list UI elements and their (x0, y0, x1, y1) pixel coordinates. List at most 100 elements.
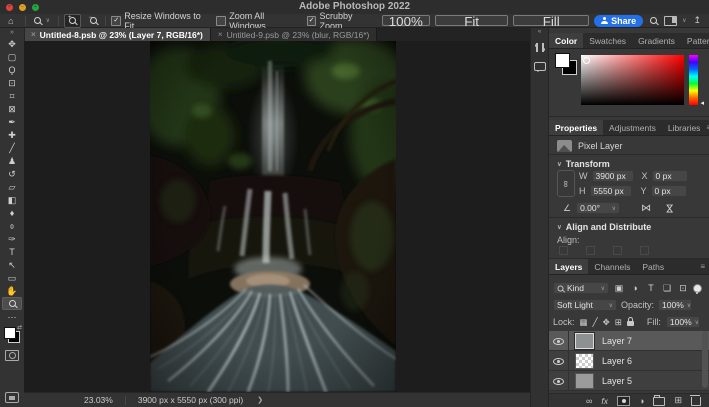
frame-tool[interactable]: ⊠ (2, 102, 22, 115)
foreground-color-swatch[interactable] (4, 327, 16, 339)
canvas-area[interactable] (24, 41, 530, 392)
zoom-tool[interactable] (2, 297, 22, 310)
lock-position-icon[interactable]: ✥ (603, 317, 610, 328)
lock-transparency-icon[interactable]: ▦ (580, 317, 588, 328)
zoom-out-button[interactable]: − (86, 15, 101, 27)
y-field[interactable]: 0 px (651, 185, 687, 197)
comments-panel-button[interactable] (532, 59, 547, 74)
fill-select[interactable]: 100% ∨ (666, 316, 700, 328)
share-button[interactable]: Share (594, 15, 643, 27)
tab-color[interactable]: Color (549, 33, 583, 48)
search-icon[interactable] (650, 17, 657, 24)
brush-tool[interactable]: ╱ (2, 141, 22, 154)
tab-channels[interactable]: Channels (588, 259, 636, 274)
width-field[interactable]: 3900 px (592, 170, 634, 182)
tab-swatches[interactable]: Swatches (583, 33, 632, 48)
link-layers-icon[interactable]: ∞ (586, 396, 592, 406)
filter-kind-select[interactable]: Kind ∨ (553, 282, 609, 294)
visibility-toggle[interactable] (549, 331, 569, 350)
tab-gradients[interactable]: Gradients (632, 33, 681, 48)
status-menu-chevron-icon[interactable]: ❯ (257, 396, 263, 404)
close-tab-icon[interactable]: × (31, 30, 36, 39)
lasso-tool[interactable]: Ϙ (2, 63, 22, 76)
hue-slider[interactable]: ◂ (689, 55, 698, 105)
shape-tool[interactable]: ▭ (2, 271, 22, 284)
filter-smart-objects-icon[interactable]: ⊡ (677, 283, 689, 294)
crop-tool[interactable]: ⌗ (2, 89, 22, 102)
clone-stamp-tool[interactable]: ♟ (2, 154, 22, 167)
blur-tool[interactable]: ♦ (2, 206, 22, 219)
quick-mask-icon[interactable] (5, 350, 19, 361)
path-selection-tool[interactable]: ↖ (2, 258, 22, 271)
hand-tool[interactable]: ✋ (2, 284, 22, 297)
history-brush-tool[interactable]: ↺ (2, 167, 22, 180)
foreground-color-swatch[interactable] (555, 53, 570, 68)
home-button[interactable]: ⌂ (2, 15, 20, 27)
layer-name[interactable]: Layer 6 (602, 356, 632, 366)
tab-paths[interactable]: Paths (636, 259, 670, 274)
close-tab-icon[interactable]: × (218, 30, 223, 39)
move-tool[interactable]: ✥ (2, 37, 22, 50)
lock-pixels-icon[interactable]: ╱ (593, 317, 598, 328)
layer-name[interactable]: Layer 7 (602, 336, 632, 346)
filter-type-layers-icon[interactable]: T (645, 283, 657, 293)
expand-tools-icon[interactable]: » (10, 28, 14, 37)
foreground-background-colors[interactable]: ⇄ (3, 326, 21, 344)
visibility-toggle[interactable] (549, 351, 569, 370)
flip-vertical-icon[interactable]: ⋈ (664, 203, 675, 213)
type-tool[interactable]: T (2, 245, 22, 258)
visibility-toggle[interactable] (549, 371, 569, 390)
layer-thumbnail[interactable] (575, 373, 594, 389)
collapse-dock-icon[interactable]: « (538, 28, 542, 36)
transform-section-header[interactable]: ∨ Transform (557, 159, 610, 169)
tab-patterns[interactable]: Patterns (681, 33, 709, 48)
tab-adjustments[interactable]: Adjustments (603, 120, 662, 135)
document-tab-untitled-8[interactable]: × Untitled-8.psb @ 23% (Layer 7, RGB/16*… (24, 28, 211, 41)
marquee-tool[interactable]: ▢ (2, 50, 22, 63)
healing-brush-tool[interactable]: ✚ (2, 128, 22, 141)
x-field[interactable]: 0 px (652, 170, 688, 182)
zoom-in-button[interactable]: + (64, 14, 81, 28)
filter-shape-layers-icon[interactable]: ❏ (661, 283, 673, 294)
tab-layers[interactable]: Layers (549, 259, 588, 274)
new-adjustment-layer-icon[interactable]: ◑ (639, 396, 644, 406)
tab-properties[interactable]: Properties (549, 120, 603, 135)
height-field[interactable]: 5550 px (590, 185, 632, 197)
document-info[interactable]: 3900 px x 5550 px (300 ppi) (138, 395, 243, 405)
history-panel-button[interactable] (532, 40, 547, 55)
document-tab-untitled-9[interactable]: × Untitled-9.psb @ 23% (blur, RGB/16*) (211, 28, 377, 41)
eyedropper-tool[interactable]: ✒ (2, 115, 22, 128)
blend-mode-select[interactable]: Soft Light ∨ (553, 299, 617, 311)
swap-colors-icon[interactable]: ⇄ (17, 324, 22, 331)
tab-libraries[interactable]: Libraries (662, 120, 707, 135)
zoom-100-button[interactable]: 100% (382, 15, 430, 26)
workspace-switcher[interactable]: ∨ (664, 16, 686, 26)
status-zoom-field[interactable]: 23.03% (84, 395, 113, 405)
edit-toolbar-button[interactable]: ⋯ (2, 310, 22, 323)
filter-adjustment-layers-icon[interactable]: ◑ (629, 283, 641, 293)
layer-row-7[interactable]: Layer 7 (549, 331, 709, 351)
filter-toggle-icon[interactable] (693, 284, 702, 293)
pen-tool[interactable]: ✑ (2, 232, 22, 245)
panel-menu-icon[interactable]: ≡ (700, 259, 709, 274)
delete-layer-icon[interactable] (691, 397, 701, 406)
lock-artboard-icon[interactable]: ⊞ (615, 317, 622, 328)
gradient-tool[interactable]: ◧ (2, 193, 22, 206)
link-dimensions-button[interactable]: ∞ (557, 170, 575, 197)
screen-mode-icon[interactable] (5, 392, 19, 403)
layer-row-6[interactable]: Layer 6 (549, 351, 709, 371)
fill-screen-button[interactable]: Fill Screen (513, 15, 589, 26)
new-layer-icon[interactable]: ⊞ (674, 395, 682, 406)
tool-preset-zoom[interactable]: ∨ (31, 17, 53, 24)
opacity-select[interactable]: 100% ∨ (658, 299, 692, 311)
flip-horizontal-icon[interactable]: ⋈ (641, 203, 651, 214)
layer-name[interactable]: Layer 5 (602, 376, 632, 386)
dodge-tool[interactable]: ⌽ (2, 219, 22, 232)
eraser-tool[interactable]: ▱ (2, 180, 22, 193)
object-selection-tool[interactable]: ⊡ (2, 76, 22, 89)
export-icon[interactable]: ↥ (694, 15, 702, 26)
layer-row-5[interactable]: Layer 5 (549, 371, 709, 391)
align-section-header[interactable]: ∨ Align and Distribute (557, 222, 651, 232)
layer-style-icon[interactable]: fx (601, 396, 608, 406)
layer-thumbnail[interactable] (575, 353, 594, 369)
